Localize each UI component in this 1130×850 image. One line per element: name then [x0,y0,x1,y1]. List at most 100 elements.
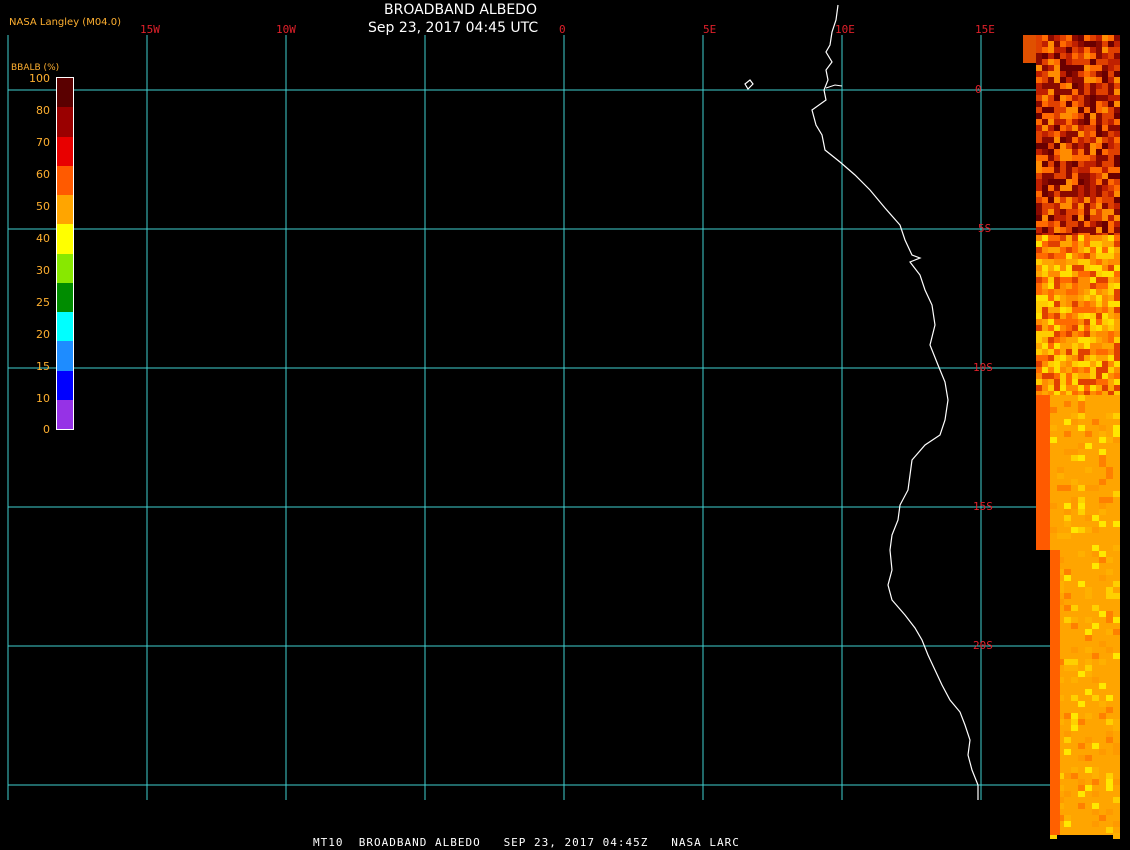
swath-pixel [1108,197,1114,203]
swath-pixel [1036,155,1042,161]
swath-pixel [1114,119,1120,125]
swath-pixel [1072,65,1078,71]
swath-pixel [1078,803,1085,809]
swath-pixel [1114,277,1120,283]
swath-pixel [1114,349,1120,355]
swath-pixel [1054,373,1060,379]
swath-pixel [1054,197,1060,203]
swath-pixel [1078,253,1084,259]
swath-pixel [1048,77,1054,83]
swath-pixel [1085,785,1092,791]
swath-pixel [1078,413,1085,419]
swath-pixel [1064,515,1071,521]
swath-pixel [1071,413,1078,419]
swath-pixel [1090,215,1096,221]
swath-pixel [1114,209,1120,215]
swath-pixel [1102,53,1108,59]
swath-pixel [1084,107,1090,113]
swath-pixel [1054,41,1060,47]
lon-label: 15E [975,23,995,36]
swath-pixel [1099,437,1106,443]
swath-pixel [1066,259,1072,265]
swath-pixel [1078,65,1084,71]
swath-pixel [1078,521,1085,527]
swath-pixel [1042,277,1048,283]
swath-pixel [1048,131,1054,137]
swath-pixel [1108,65,1114,71]
swath-pixel [1054,125,1060,131]
swath-pixel [1114,265,1120,271]
swath-pixel [1096,137,1102,143]
swath-pixel [1078,89,1084,95]
swath-pixel [1096,349,1102,355]
swath-pixel [1036,179,1042,185]
swath-pixel [1084,89,1090,95]
swath-pixel [1060,215,1066,221]
swath-pixel [1072,289,1078,295]
swath-pixel [1090,77,1096,83]
swath-pixel [1078,307,1084,313]
swath-pixel [1060,331,1066,337]
swath-pixel [1066,379,1072,385]
swath-pixel [1078,527,1085,533]
colorbar-swatch [57,224,73,254]
colorbar-swatch [57,107,73,137]
swath-pixel [1090,295,1096,301]
swath-pixel [1048,277,1054,283]
swath-pixel [1106,809,1113,815]
swath-pixel [1048,71,1054,77]
swath-pixel [1054,191,1060,197]
colorbar-tick-label: 60 [36,168,50,181]
swath-pixel [1048,227,1054,233]
swath-pixel [1071,551,1078,557]
swath-pixel [1048,197,1054,203]
swath-pixel [1054,379,1060,385]
swath-pixel [1071,623,1078,629]
swath-pixel [1078,755,1085,761]
swath-pixel [1048,167,1054,173]
swath-pixel [1102,331,1108,337]
swath-pixel [1072,167,1078,173]
swath-pixel [1042,337,1048,343]
swath-pixel [1106,497,1113,503]
swath-pixel [1084,235,1090,241]
swath-pixel [1078,77,1084,83]
swath-pixel [1036,215,1042,221]
swath-pixel [1090,107,1096,113]
swath-pixel [1090,337,1096,343]
swath-pixel [1106,815,1113,821]
swath-pixel [1090,167,1096,173]
swath-pixel [1084,71,1090,77]
swath-pixel [1090,379,1096,385]
swath-pixel [1096,373,1102,379]
swath-pixel [1078,367,1084,373]
swath-pixel [1114,203,1120,209]
swath-pixel [1096,301,1102,307]
swath-pixel [1078,545,1085,551]
swath-pixel [1114,137,1120,143]
swath-pixel [1114,35,1120,41]
swath-pixel [1108,131,1114,137]
swath-pixel [1066,89,1072,95]
swath-pixel [1108,295,1114,301]
swath-pixel [1102,47,1108,53]
swath-pixel [1054,179,1060,185]
swath-pixel [1108,101,1114,107]
swath-pixel [1102,203,1108,209]
swath-pixel [1048,337,1054,343]
swath-pixel [1036,301,1042,307]
swath-pixel [1096,215,1102,221]
swath-pixel [1108,59,1114,65]
swath-pixel [1102,259,1108,265]
swath-pixel [1078,731,1085,737]
swath-pixel [1085,629,1092,635]
swath-pixel [1108,343,1114,349]
swath-pixel [1078,461,1085,467]
swath-pixel [1042,137,1048,143]
swath-pixel [1048,295,1054,301]
swath-pixel [1066,155,1072,161]
swath-pixel [1108,107,1114,113]
swath-pixel [1036,143,1042,149]
swath-pixel [1106,659,1113,665]
swath-pixel [1084,203,1090,209]
